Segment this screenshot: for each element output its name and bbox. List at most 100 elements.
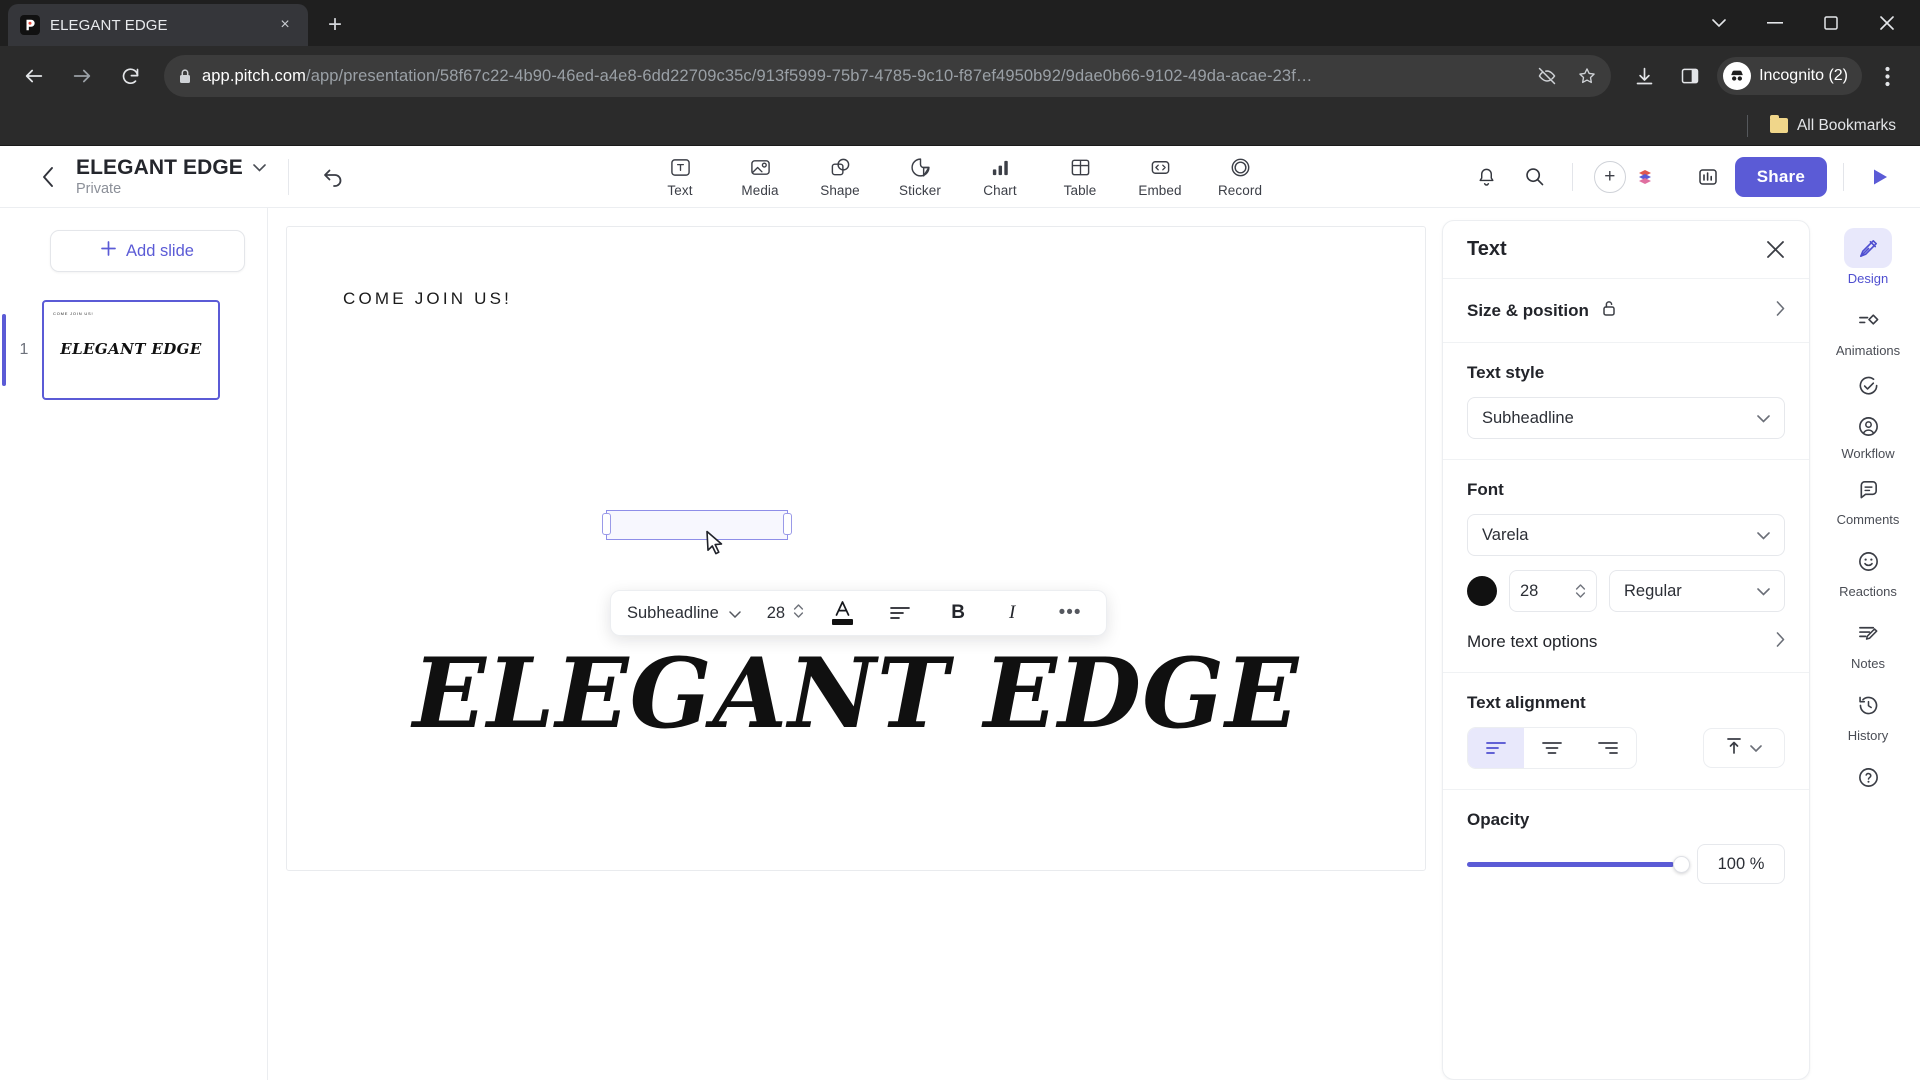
more-options-button[interactable]: ••• <box>1050 596 1090 630</box>
insert-chart-button[interactable]: Chart <box>972 155 1028 198</box>
italic-button[interactable]: I <box>992 596 1032 630</box>
divider <box>1571 162 1573 191</box>
side-panel-icon[interactable] <box>1669 55 1711 97</box>
minimize-button[interactable] <box>1748 4 1802 42</box>
font-family-select[interactable]: Varela <box>1467 514 1785 556</box>
insert-shape-button[interactable]: Shape <box>812 155 868 198</box>
tab-title: ELEGANT EDGE <box>50 16 168 34</box>
three-dot-menu-icon[interactable] <box>1866 55 1908 97</box>
undo-icon[interactable] <box>311 155 355 199</box>
bold-button[interactable]: B <box>938 596 978 630</box>
slide-main-title[interactable]: ELEGANT EDGE <box>287 637 1425 750</box>
eye-off-icon[interactable] <box>1537 66 1557 86</box>
more-text-options-button[interactable]: More text options <box>1467 632 1785 652</box>
media-image-icon <box>750 155 771 179</box>
search-icon[interactable] <box>1514 156 1556 198</box>
insert-text-button[interactable]: Text <box>652 155 708 198</box>
browser-tab[interactable]: ELEGANT EDGE × <box>8 4 308 46</box>
insert-media-label: Media <box>741 183 779 198</box>
new-tab-button[interactable]: + <box>318 8 352 42</box>
insert-table-button[interactable]: Table <box>1052 155 1108 198</box>
insert-sticker-button[interactable]: Sticker <box>892 155 948 198</box>
slide-subheadline-text[interactable]: COME JOIN US! <box>343 289 512 309</box>
tab-search-chevron-icon[interactable] <box>1692 4 1746 42</box>
profile-label: Incognito (2) <box>1759 67 1848 84</box>
text-selection-box[interactable] <box>602 510 792 540</box>
text-color-A-icon[interactable] <box>822 596 862 630</box>
opacity-slider[interactable] <box>1467 855 1690 873</box>
panel-header: Text <box>1443 221 1809 279</box>
chevron-right-icon[interactable] <box>1776 300 1785 321</box>
opacity-slider-knob[interactable] <box>1673 855 1690 873</box>
vertical-alignment-select[interactable] <box>1703 728 1785 768</box>
rail-item-animations[interactable]: Animations <box>1827 294 1909 364</box>
more-text-options-label: More text options <box>1467 632 1598 651</box>
font-weight-select[interactable]: Regular <box>1609 570 1785 612</box>
align-left-icon[interactable] <box>880 596 920 630</box>
reload-button[interactable] <box>108 54 152 98</box>
profile-chip[interactable]: Incognito (2) <box>1717 57 1862 95</box>
slide-list-item[interactable]: 1 COME JOIN US! ELEGANT EDGE <box>0 300 267 400</box>
stepper-updown-icon[interactable] <box>1575 582 1586 600</box>
star-icon[interactable] <box>1577 66 1597 86</box>
folder-icon <box>1769 115 1788 133</box>
incognito-hat-icon <box>1723 62 1752 90</box>
rail-item-history[interactable]: History <box>1827 679 1909 749</box>
font-size-input[interactable]: 28 <box>1509 570 1597 612</box>
unlock-icon[interactable] <box>1601 299 1617 322</box>
forward-button[interactable] <box>60 54 104 98</box>
rail-item-workflow[interactable]: Workflow <box>1841 366 1895 461</box>
resize-handle-right[interactable] <box>783 513 792 535</box>
insert-embed-label: Embed <box>1138 183 1182 198</box>
font-family-value: Varela <box>1482 525 1529 544</box>
insert-record-button[interactable]: Record <box>1212 155 1268 198</box>
bell-icon[interactable] <box>1466 156 1508 198</box>
collaborator-avatars-icon[interactable] <box>1625 156 1667 198</box>
address-bar[interactable]: app.pitch.com/app/presentation/58f67c22-… <box>164 55 1612 97</box>
analytics-icon[interactable] <box>1687 156 1729 198</box>
presentation-title-block[interactable]: ELEGANT EDGE Private <box>76 156 266 197</box>
rail-label-notes: Notes <box>1851 656 1885 671</box>
panel-title: Text <box>1467 238 1507 260</box>
app-body: Add slide 1 COME JOIN US! ELEGANT EDGE C… <box>0 208 1920 1080</box>
maximize-button[interactable] <box>1804 4 1858 42</box>
rail-item-comments[interactable]: Comments <box>1827 463 1909 533</box>
align-left-icon[interactable] <box>1468 728 1524 768</box>
rail-item-reactions[interactable]: Reactions <box>1827 535 1909 605</box>
font-controls-row: 28 Regular <box>1467 570 1785 612</box>
font-size-stepper[interactable]: 28 <box>767 602 804 625</box>
rail-item-help[interactable] <box>1827 751 1909 803</box>
share-button[interactable]: Share <box>1734 156 1827 197</box>
back-button[interactable] <box>12 54 56 98</box>
close-window-button[interactable] <box>1860 4 1914 42</box>
align-center-icon[interactable] <box>1524 728 1580 768</box>
close-icon[interactable]: × <box>274 14 296 36</box>
slide-thumbnail[interactable]: COME JOIN US! ELEGANT EDGE <box>42 300 220 400</box>
chevron-down-icon[interactable] <box>253 159 266 177</box>
size-position-section[interactable]: Size & position <box>1443 279 1809 343</box>
insert-embed-button[interactable]: Embed <box>1132 155 1188 198</box>
add-slide-button[interactable]: Add slide <box>50 230 245 272</box>
slide-canvas[interactable]: COME JOIN US! ELEGANT EDGE <box>286 226 1426 871</box>
close-icon[interactable] <box>1766 240 1785 259</box>
insert-media-button[interactable]: Media <box>732 155 788 198</box>
download-icon[interactable] <box>1623 55 1665 97</box>
play-icon[interactable] <box>1860 157 1900 197</box>
resize-handle-left[interactable] <box>602 513 611 535</box>
opacity-value-input[interactable]: 100 % <box>1697 844 1785 884</box>
align-right-icon[interactable] <box>1580 728 1636 768</box>
user-circle-icon <box>1844 406 1892 446</box>
rail-item-notes[interactable]: Notes <box>1827 607 1909 677</box>
text-style-section: Text style Subheadline <box>1443 343 1809 460</box>
all-bookmarks-button[interactable]: All Bookmarks <box>1762 113 1904 139</box>
rail-item-design[interactable]: Design <box>1827 222 1909 292</box>
text-properties-panel: Text Size & position Text style Subheadl… <box>1442 220 1810 1080</box>
slides-panel: Add slide 1 COME JOIN US! ELEGANT EDGE <box>0 208 268 1080</box>
font-color-swatch[interactable] <box>1467 576 1497 606</box>
text-style-select[interactable]: Subheadline <box>1467 397 1785 439</box>
chevron-left-icon[interactable] <box>26 155 70 199</box>
text-style-dropdown[interactable]: Subheadline <box>627 604 749 623</box>
stepper-updown-icon[interactable] <box>793 602 804 625</box>
horizontal-alignment-group <box>1467 727 1637 769</box>
opacity-section: Opacity 100 % <box>1443 790 1809 904</box>
